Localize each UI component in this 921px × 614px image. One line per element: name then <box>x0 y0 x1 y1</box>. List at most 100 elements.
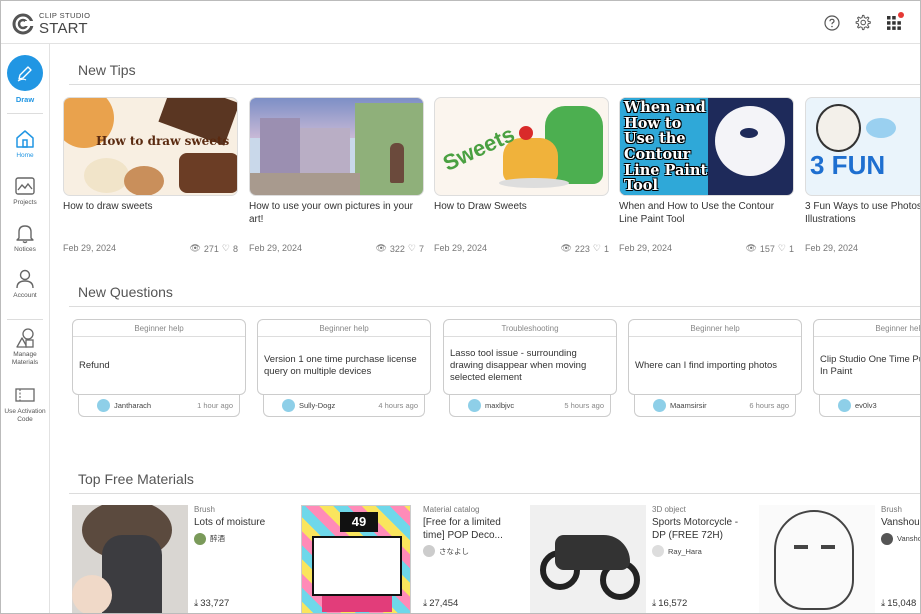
tip-likes: 8 <box>232 243 238 254</box>
question-card[interactable]: Troubleshooting Lasso tool issue - surro… <box>443 319 617 419</box>
question-card[interactable]: Beginner help Clip Studio One Time Pu...… <box>813 319 920 419</box>
tip-thumbnail: Sweets <box>434 97 609 196</box>
material-name: Vanshou <box>881 517 920 528</box>
question-user: Maamsirsir <box>670 401 707 410</box>
tip-title: How to Draw Sweets <box>434 201 527 212</box>
sidebar-item-notices[interactable]: Notices <box>1 222 49 254</box>
tip-card[interactable]: How to use your own pictures in your art… <box>249 97 424 254</box>
download-icon: ⤓ <box>881 598 886 609</box>
clip-studio-logo[interactable]: CLIP STUDIO START <box>11 12 90 36</box>
material-downloads: ⤓ 16,572 <box>652 598 688 609</box>
sidebar-item-activation-code[interactable]: Use Activation Code <box>1 384 49 424</box>
material-card[interactable]: 3D object Sports Motorcycle - DP (FREE 7… <box>530 505 740 613</box>
question-footer: Sully-Dogz 4 hours ago <box>263 395 425 417</box>
apps-grid-icon[interactable] <box>885 12 904 31</box>
home-icon <box>16 130 34 148</box>
sidebar-item-label: Projects <box>13 199 37 206</box>
download-icon: ⤓ <box>194 598 199 609</box>
question-bubble: Beginner help Clip Studio One Time Pu...… <box>813 319 920 395</box>
eye-icon: 👁 <box>375 243 387 253</box>
question-category: Beginner help <box>73 324 245 337</box>
tip-thumbnail: How to draw sweets <box>63 97 238 196</box>
sidebar-item-label: Account <box>13 292 37 299</box>
tip-thumb-text: 3 FUN <box>810 150 886 180</box>
section-title-top-free-materials[interactable]: Top Free Materials <box>78 471 194 487</box>
question-user: Sully-Dogz <box>299 401 336 410</box>
question-text: Where can I find importing photos <box>635 360 778 372</box>
sidebar-item-label: Notices <box>14 246 36 253</box>
question-card[interactable]: Beginner help Version 1 one time purchas… <box>257 319 431 419</box>
question-footer: ev0lv3 <box>819 395 920 417</box>
question-time: 4 hours ago <box>378 401 418 410</box>
help-icon[interactable] <box>823 14 840 31</box>
tip-title: 3 Fun Ways to use Photos in Illustration… <box>805 201 920 225</box>
material-name: Sports Motorcycle - DP (FREE 72H) <box>652 517 739 541</box>
tip-title: When and How to Use the Contour Line Pai… <box>619 201 775 225</box>
draw-label: Draw <box>15 95 35 104</box>
tip-likes: 1 <box>603 243 609 254</box>
main-content: New Tips How to draw sweets How to draw … <box>51 45 920 613</box>
question-bubble: Beginner help Refund <box>72 319 246 395</box>
question-card[interactable]: Beginner help Refund Jantharach 1 hour a… <box>72 319 246 419</box>
material-category: Material catalog <box>423 505 480 514</box>
material-name: [Free for a limited time] POP Deco... <box>423 517 503 541</box>
tip-card[interactable]: How to draw sweets How to draw sweets Fe… <box>63 97 238 254</box>
sidebar-item-home[interactable]: Home <box>1 128 49 160</box>
tip-views: 157 <box>759 243 775 254</box>
material-card[interactable]: Brush Vanshou Vansho ⤓ 15,048 <box>759 505 920 613</box>
question-bubble: Beginner help Where can I find importing… <box>628 319 802 395</box>
sidebar-item-manage-materials[interactable]: Manage Materials <box>1 327 49 367</box>
app-window: CLIP STUDIO START Draw Home Projects Not… <box>0 0 921 614</box>
download-icon: ⤓ <box>423 598 428 609</box>
question-user: maxlbjvc <box>485 401 515 410</box>
settings-gear-icon[interactable] <box>854 14 871 31</box>
tip-card[interactable]: When and How to Use the Contour Line Pai… <box>619 97 794 254</box>
tip-views: 223 <box>574 243 590 254</box>
tip-meta: Feb 29, 2024 👁 157 ♡ 1 <box>619 243 794 254</box>
user-avatar <box>468 399 481 412</box>
ticket-icon <box>15 388 35 402</box>
tip-date: Feb 29, 2024 <box>63 243 117 253</box>
material-thumbnail <box>530 505 646 613</box>
author-avatar <box>423 545 435 557</box>
material-category: Brush <box>194 505 215 514</box>
eye-icon: 👁 <box>560 243 572 253</box>
question-category: Beginner help <box>258 324 430 337</box>
tip-thumb-text: When and How to Use the Contour Line Pai… <box>624 99 708 195</box>
heart-icon: ♡ <box>777 243 786 253</box>
question-category: Beginner help <box>814 324 920 337</box>
question-card[interactable]: Beginner help Where can I find importing… <box>628 319 802 419</box>
tip-thumbnail <box>249 97 424 196</box>
material-card[interactable]: 49 Material catalog [Free for a limited … <box>301 505 511 613</box>
question-user: Jantharach <box>114 401 152 410</box>
material-downloads: ⤓ 15,048 <box>881 598 917 609</box>
sidebar: Draw Home Projects Notices Account Manag… <box>1 44 50 613</box>
pen-icon <box>17 66 32 82</box>
question-user: ev0lv3 <box>855 401 877 410</box>
tip-thumbnail: 3 FUN <box>805 97 920 196</box>
tip-views: 271 <box>203 243 219 254</box>
material-author: Ray_Hara <box>652 545 747 557</box>
logo-mark-icon <box>12 13 34 35</box>
tip-card[interactable]: Sweets How to Draw Sweets Feb 29, 2024 👁… <box>434 97 609 254</box>
eye-icon: 👁 <box>745 243 757 253</box>
question-text: Refund <box>79 360 110 372</box>
author-avatar <box>881 532 893 545</box>
section-title-new-tips[interactable]: New Tips <box>78 62 136 78</box>
sidebar-divider <box>7 113 43 114</box>
section-title-new-questions[interactable]: New Questions <box>78 284 173 300</box>
question-category: Beginner help <box>629 324 801 337</box>
sidebar-item-label: Manage Materials <box>11 351 39 367</box>
draw-button[interactable] <box>7 55 43 91</box>
tip-meta: Feb 29, 2024 👁 271 ♡ 8 <box>63 243 238 254</box>
section-divider <box>69 493 920 494</box>
material-downloads: ⤓ 33,727 <box>194 598 230 609</box>
material-thumbnail: 49 <box>301 505 411 613</box>
material-thumbnail <box>759 505 875 613</box>
material-card[interactable]: Brush Lots of moisture 醉酒 ⤓ 33,727 <box>72 505 282 613</box>
sidebar-item-projects[interactable]: Projects <box>1 175 49 207</box>
tip-card[interactable]: 3 FUN 3 Fun Ways to use Photos in Illust… <box>805 97 920 253</box>
user-avatar <box>653 399 666 412</box>
sidebar-item-account[interactable]: Account <box>1 268 49 300</box>
tip-date: Feb 29, 2024 <box>249 243 303 253</box>
